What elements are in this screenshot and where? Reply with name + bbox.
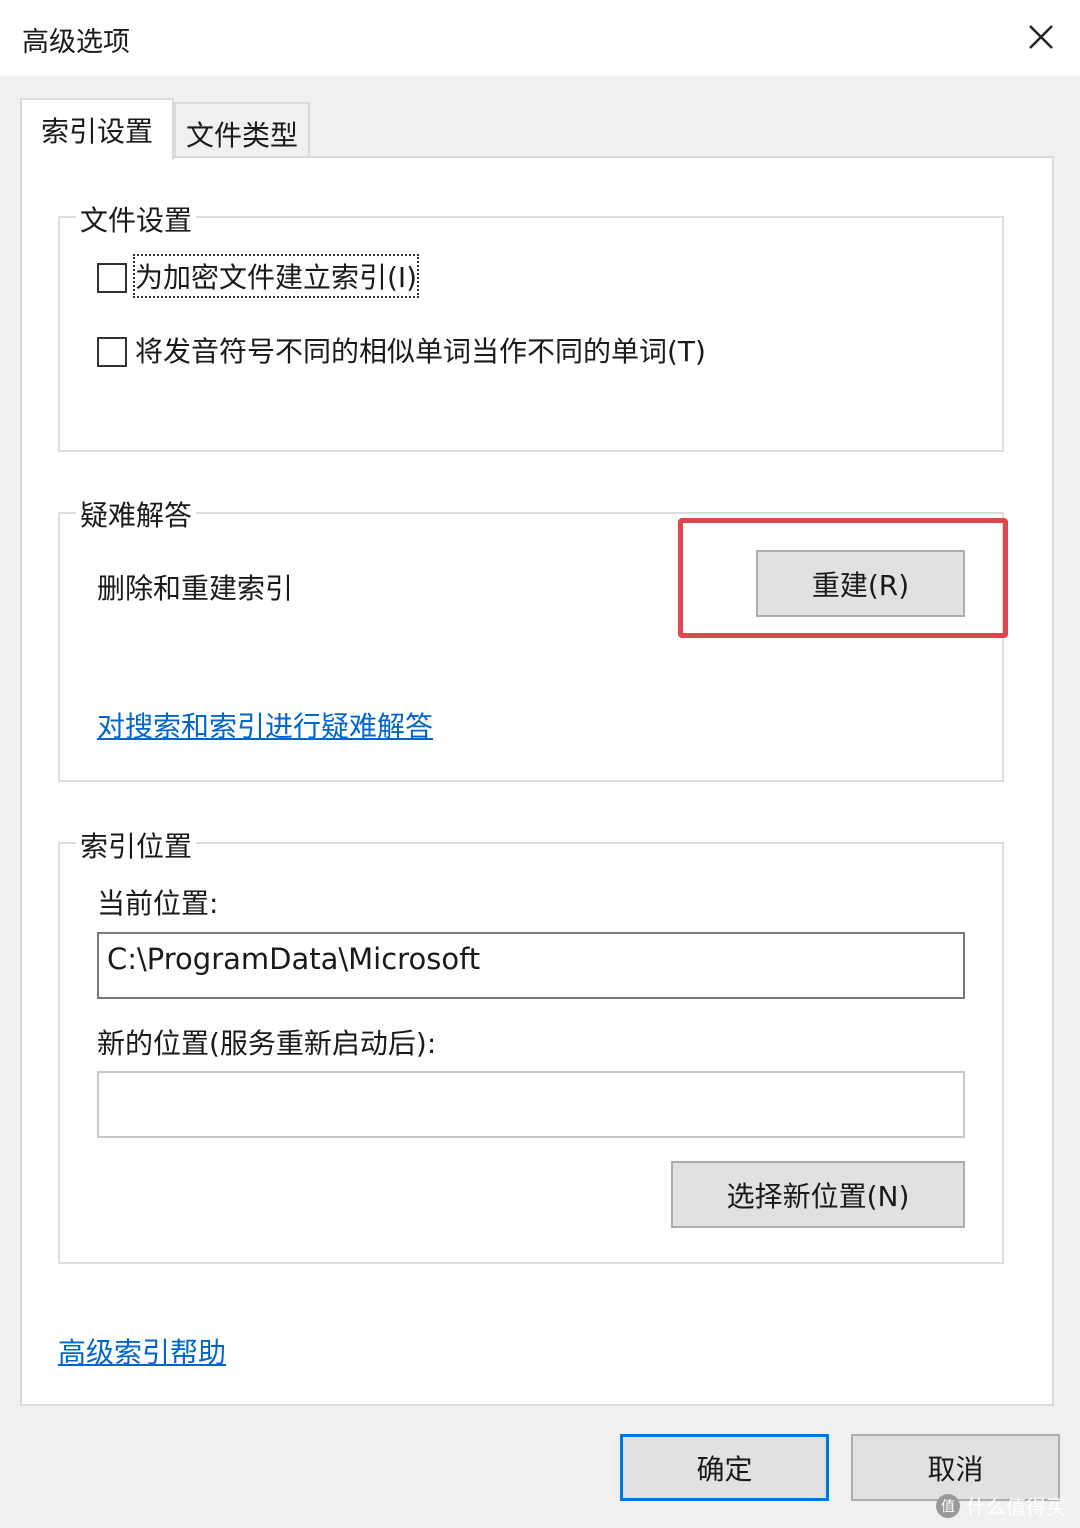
watermark-text: 什么值得买 [966,1495,1066,1519]
tab-index-settings[interactable]: 索引设置 [20,98,174,160]
select-new-location-button[interactable]: 选择新位置(N) [671,1161,965,1228]
current-location-label: 当前位置: [97,887,219,920]
close-button[interactable] [1018,14,1064,60]
highlight-box [678,518,1008,638]
index-location-legend: 索引位置 [76,825,197,865]
close-icon [1029,25,1053,49]
current-location-field[interactable]: C:\ProgramData\Microsoft [97,932,965,999]
new-location-label: 新的位置(服务重新启动后): [97,1027,437,1060]
troubleshoot-legend: 疑难解答 [76,494,197,534]
new-location-field[interactable] [97,1071,965,1138]
troubleshoot-link[interactable]: 对搜索和索引进行疑难解答 [97,705,433,745]
rebuild-description: 删除和重建索引 [97,572,294,605]
window-title: 高级选项 [22,27,130,58]
encrypted-files-checkbox[interactable] [97,263,127,293]
diacritics-checkbox[interactable] [97,337,127,367]
advanced-index-help-link[interactable]: 高级索引帮助 [58,1331,226,1371]
watermark: 值 什么值得买 [936,1491,1066,1520]
watermark-logo-icon: 值 [936,1493,960,1518]
ok-button[interactable]: 确定 [620,1434,829,1501]
title-bar [0,0,1080,76]
diacritics-label[interactable]: 将发音符号不同的相似单词当作不同的单词(T) [135,330,706,370]
file-settings-legend: 文件设置 [76,199,197,239]
tab-file-types[interactable]: 文件类型 [174,102,310,156]
encrypted-files-label[interactable]: 为加密文件建立索引(I) [132,254,420,298]
